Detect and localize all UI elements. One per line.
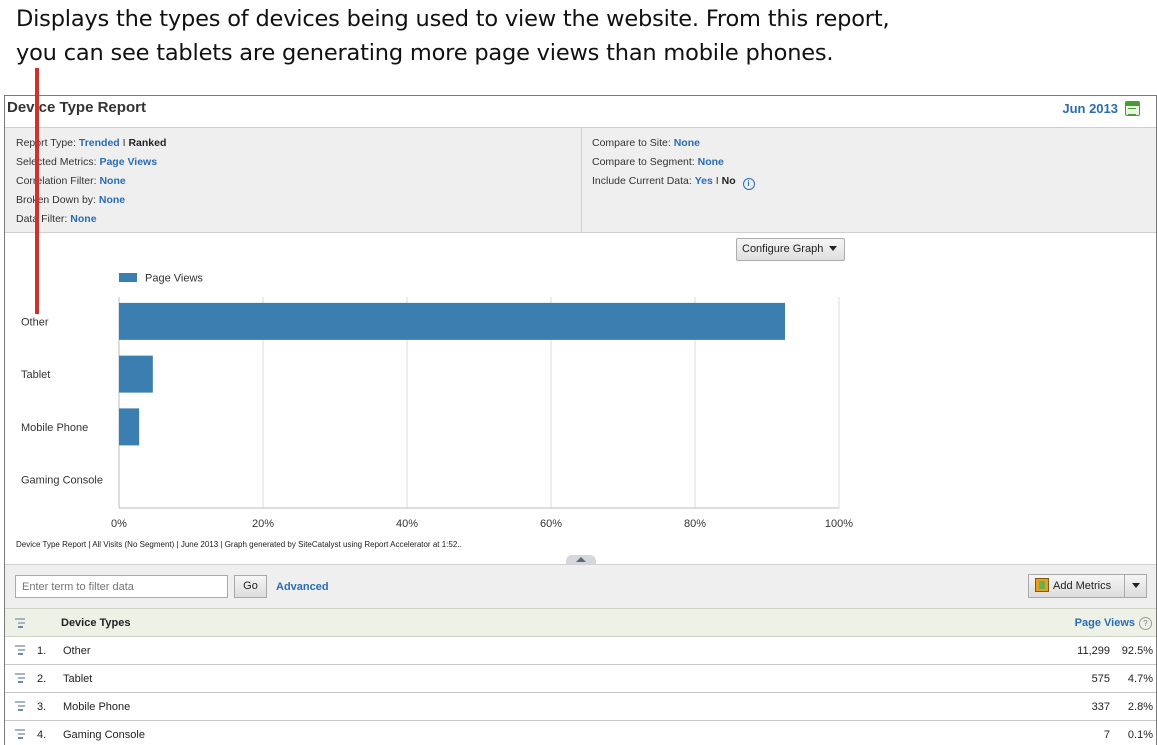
filter-toolbar: Go Advanced Add Metrics — [5, 564, 1156, 608]
legend-label: Page Views — [145, 273, 203, 285]
breakdown-icon[interactable] — [15, 644, 27, 656]
row-percent: 2.8% — [1127, 701, 1153, 713]
x-tick-label: 20% — [252, 518, 274, 530]
category-label: Mobile Phone — [21, 422, 88, 434]
x-tick-label: 100% — [825, 518, 853, 530]
row-device-name: Other — [63, 645, 91, 657]
column-header-device-types[interactable]: Device Types — [61, 617, 131, 629]
table-row[interactable]: 3. Mobile Phone 337 2.8% — [5, 693, 1156, 721]
add-metrics-icon — [1035, 578, 1049, 592]
chevron-down-icon — [1131, 583, 1140, 588]
bar — [119, 355, 153, 393]
column-header-page-views[interactable]: Page Views — [1075, 617, 1135, 629]
row-rank: 4. — [37, 729, 47, 741]
row-rank: 3. — [37, 701, 47, 713]
x-tick-label: 0% — [111, 518, 127, 530]
help-icon[interactable]: ? — [1139, 617, 1152, 630]
category-label: Gaming Console — [21, 475, 103, 487]
table-header: Device Types Page Views ? — [5, 608, 1156, 637]
caption-line-2: you can see tablets are generating more … — [16, 40, 834, 66]
bar — [119, 408, 140, 446]
row-device-name: Tablet — [63, 673, 93, 685]
report-panel: Device Type Report Jun 2013 Report Type:… — [4, 95, 1157, 745]
collapse-graph-toggle[interactable] — [566, 555, 596, 564]
x-tick-label: 80% — [684, 518, 706, 530]
table-row[interactable]: 1. Other 11,299 92.5% — [5, 637, 1156, 665]
row-percent: 0.1% — [1127, 729, 1153, 741]
category-label: Tablet — [21, 369, 50, 381]
callout-pointer-line — [35, 68, 39, 314]
filter-search-input[interactable] — [15, 575, 228, 598]
add-metrics-dropdown[interactable] — [1124, 574, 1147, 598]
row-page-views: 7 — [1103, 729, 1110, 741]
x-tick-label: 60% — [540, 518, 562, 530]
caption-line-1: Displays the types of devices being used… — [16, 6, 890, 32]
row-page-views: 11,299 — [1077, 645, 1110, 657]
breakdown-icon[interactable] — [15, 672, 27, 684]
breakdown-icon[interactable] — [15, 728, 27, 740]
row-rank: 2. — [37, 673, 47, 685]
category-label: Other — [21, 316, 49, 328]
row-device-name: Mobile Phone — [63, 701, 131, 713]
annotation-caption: Displays the types of devices being used… — [16, 2, 1136, 70]
add-metrics-label: Add Metrics — [1053, 580, 1112, 592]
row-percent: 4.7% — [1127, 673, 1153, 685]
table-row[interactable]: 4. Gaming Console 7 0.1% — [5, 721, 1156, 745]
row-device-name: Gaming Console — [63, 729, 145, 741]
x-tick-label: 40% — [396, 518, 418, 530]
row-page-views: 337 — [1091, 701, 1110, 713]
row-page-views: 575 — [1091, 673, 1110, 685]
breakdown-icon[interactable] — [15, 617, 27, 629]
row-percent: 92.5% — [1121, 645, 1153, 657]
table-row[interactable]: 2. Tablet 575 4.7% — [5, 665, 1156, 693]
breakdown-icon[interactable] — [15, 700, 27, 712]
bar-chart: 0% 20% 40% 60% 80% 100% Page Views Other Tablet M… — [21, 273, 853, 531]
row-rank: 1. — [37, 645, 47, 657]
go-button[interactable]: Go — [234, 575, 267, 598]
graph-footnote: Device Type Report | All Visits (No Segm… — [16, 540, 462, 549]
add-metrics-button[interactable]: Add Metrics — [1028, 574, 1124, 598]
legend-swatch — [119, 273, 137, 282]
bar — [119, 302, 785, 340]
advanced-link[interactable]: Advanced — [276, 581, 329, 593]
